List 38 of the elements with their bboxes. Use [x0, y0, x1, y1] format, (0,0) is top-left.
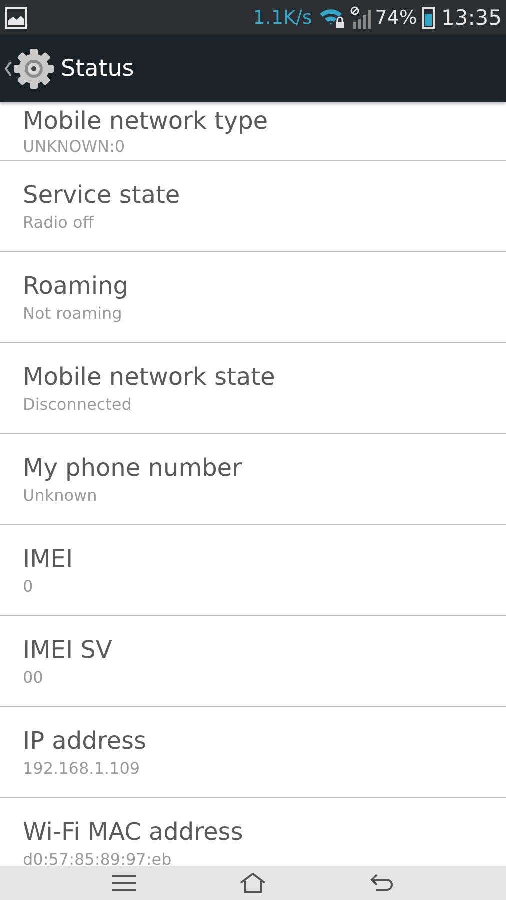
item-value: UNKNOWN:0: [23, 136, 126, 156]
item-title: Roaming: [23, 272, 130, 300]
settings-list-item[interactable]: My phone number Unknown: [0, 434, 506, 525]
settings-list-item[interactable]: IMEI 0: [0, 525, 506, 616]
home-icon: [238, 873, 267, 893]
screen-title: Status: [61, 56, 134, 82]
item-title: IMEI: [23, 544, 74, 572]
item-title: Wi-Fi MAC address: [23, 818, 244, 846]
item-value: 0: [23, 576, 34, 596]
signal-bars-icon: [350, 6, 372, 30]
battery-percentage: 74%: [375, 6, 418, 28]
item-title: My phone number: [23, 454, 243, 482]
settings-list-item[interactable]: IP address 192.168.1.109: [0, 707, 506, 798]
item-title: Mobile network state: [23, 362, 276, 390]
back-chevron-icon: [4, 60, 12, 76]
settings-list-item[interactable]: Mobile network state Disconnected: [0, 343, 506, 434]
settings-list-item[interactable]: Service state Radio off: [0, 161, 506, 252]
item-value: 192.168.1.109: [23, 758, 142, 778]
menu-icon: [112, 874, 136, 892]
settings-list-item[interactable]: IMEI SV 00: [0, 616, 506, 707]
item-title: Mobile network type: [23, 106, 270, 134]
item-value: Unknown: [23, 486, 98, 504]
picture-notification-icon: [5, 6, 27, 28]
gear-icon: [13, 48, 55, 90]
item-value: 00: [23, 668, 44, 686]
item-value: Radio off: [23, 212, 96, 232]
clock-time: 13:35: [441, 6, 502, 30]
item-value: d0:57:85:89:97:eb: [23, 850, 173, 866]
back-arrow-icon: [370, 873, 394, 893]
item-title: IMEI SV: [23, 636, 114, 664]
settings-list-item[interactable]: Mobile network type UNKNOWN:0: [0, 102, 506, 161]
battery-icon: [422, 6, 436, 28]
item-value: Not roaming: [23, 304, 124, 322]
item-title: Service state: [23, 180, 182, 208]
network-speed: 1.1K/s: [253, 6, 312, 28]
item-title: IP address: [23, 726, 148, 754]
settings-list-item[interactable]: Roaming Not roaming: [0, 252, 506, 343]
item-value: Disconnected: [23, 394, 133, 414]
